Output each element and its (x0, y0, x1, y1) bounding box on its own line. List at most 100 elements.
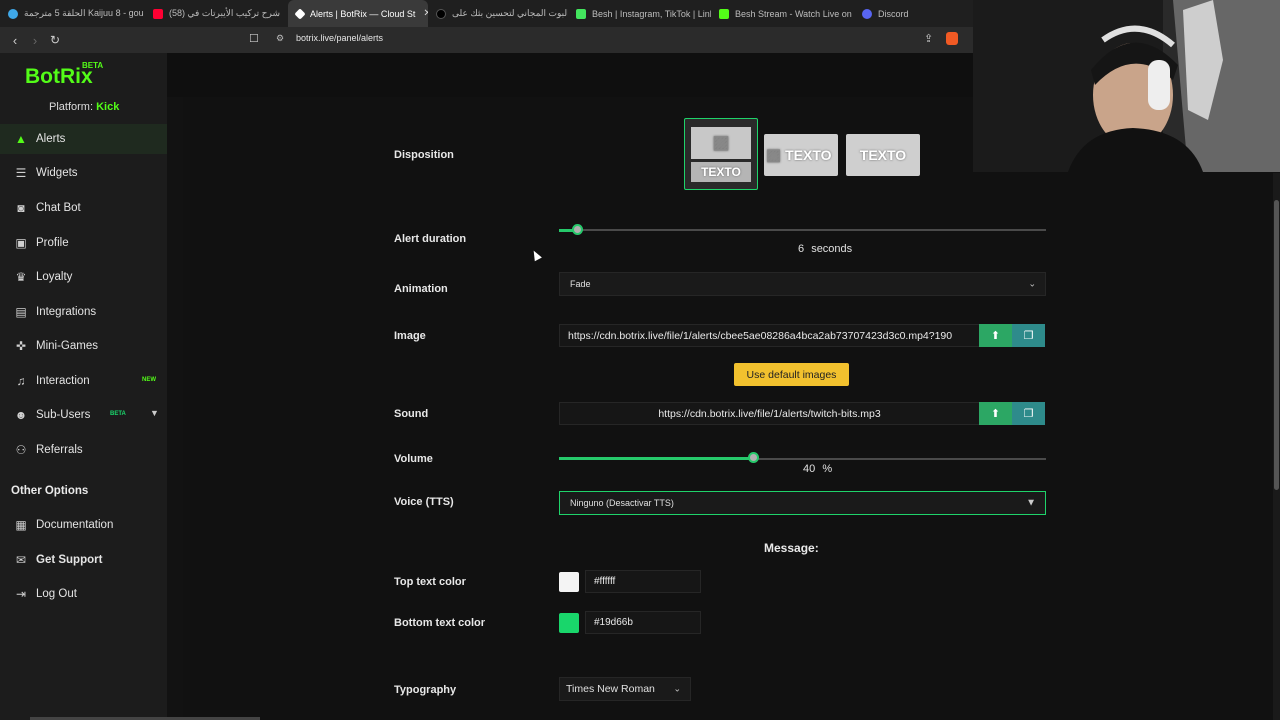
sidebar-item-label: Alerts (36, 133, 66, 145)
sidebar-item-sub-users[interactable]: ☻ Sub-Users BETA ▼ (0, 400, 167, 430)
disposition-option-text-over-image[interactable]: TEXTO (846, 134, 920, 176)
sidebar-item-referrals[interactable]: ⚇ Referrals (0, 435, 167, 465)
tab-favicon-icon (862, 8, 872, 19)
animation-value: Fade (570, 279, 591, 289)
sidebar: BotRix BETA Platform: Kick ▲ Alerts ☰ Wi… (0, 53, 167, 720)
volume-unit: % (822, 463, 833, 475)
browser-tab[interactable]: Discord (854, 0, 964, 27)
sidebar-item-label: Widgets (36, 167, 78, 179)
puzzle-icon: ▤ (15, 305, 27, 319)
browser-tab[interactable]: الحلقة 5 مترجمة Kaijuu 8 - gou انمي (0, 0, 145, 27)
page-scrollbar-thumb[interactable] (1274, 200, 1279, 490)
tab-favicon-icon (294, 7, 306, 20)
reload-icon[interactable]: ↻ (45, 33, 65, 47)
sound-url-field[interactable]: https://cdn.botrix.live/file/1/alerts/tw… (559, 402, 980, 425)
gallery-icon: ❐ (1023, 408, 1034, 420)
logo-beta-badge: BETA (82, 61, 104, 70)
chevron-down-icon: ⌄ (673, 683, 681, 694)
voice-tts-value: Ninguno (Desactivar TTS) (570, 498, 674, 508)
sidebar-item-log-out[interactable]: ⇥ Log Out (0, 579, 167, 609)
bookmark-icon[interactable]: ☐ (249, 32, 259, 45)
browser-tab[interactable]: البوت المجاني لتحسين بثك على (428, 0, 568, 27)
browser-tab[interactable]: Besh Stream - Watch Live on K (711, 0, 854, 27)
top-header-band (167, 53, 973, 97)
sidebar-item-widgets[interactable]: ☰ Widgets (0, 158, 167, 188)
tab-label: Besh | Instagram, TikTok | Linkt (592, 8, 711, 19)
alert-duration-slider-handle[interactable] (572, 224, 583, 235)
sidebar-item-profile[interactable]: ▣ Profile (0, 228, 167, 258)
url-field[interactable]: botrix.live/panel/alerts (296, 33, 383, 43)
disposition-option-image-left-text[interactable]: ▨ TEXTO (764, 134, 838, 176)
music-note-icon: ♫ (16, 374, 26, 388)
top-text-color-swatch[interactable] (559, 572, 579, 592)
share-icon[interactable]: ⇪ (924, 32, 933, 45)
tab-favicon-icon (153, 8, 163, 19)
site-settings-icon[interactable]: ⚙ (276, 33, 284, 44)
sidebar-item-chat-bot[interactable]: ◙ Chat Bot (0, 193, 167, 223)
use-default-images-button[interactable]: Use default images (734, 363, 849, 386)
tab-label: (58) شرح تركيب الأيبرتات في (169, 8, 280, 18)
alert-duration-track[interactable] (559, 229, 1046, 231)
message-heading: Message: (764, 541, 819, 555)
sidebar-item-integrations[interactable]: ▤ Integrations (0, 297, 167, 327)
support-icon: ✉ (15, 553, 27, 567)
sidebar-item-mini-games[interactable]: ✜ Mini-Games (0, 331, 167, 361)
voice-tts-label: Voice (TTS) (394, 496, 454, 508)
volume-fill (559, 457, 754, 460)
image-gallery-button[interactable]: ❐ (1012, 324, 1045, 347)
sidebar-item-interaction[interactable]: ♫ Interaction NEW (0, 366, 167, 396)
voice-tts-select[interactable]: Ninguno (Desactivar TTS) ▼ (559, 491, 1046, 515)
disposition-text: TEXTO (691, 161, 751, 182)
typography-select[interactable]: Times New Roman ⌄ (559, 677, 691, 701)
tab-label: الحلقة 5 مترجمة Kaijuu 8 - gou انمي (24, 8, 145, 18)
image-placeholder-icon: ▨ (766, 147, 782, 164)
platform-value: Kick (96, 101, 120, 113)
sidebar-item-label: Log Out (36, 588, 77, 600)
image-placeholder-icon: ▨ (691, 126, 751, 159)
sidebar-item-label: Profile (36, 237, 69, 249)
top-text-color-label: Top text color (394, 576, 466, 588)
image-label: Image (394, 330, 426, 342)
sound-gallery-button[interactable]: ❐ (1012, 402, 1045, 425)
alert-duration-label: Alert duration (394, 233, 467, 245)
top-text-color-field[interactable]: #ffffff (585, 570, 701, 593)
new-badge: NEW (142, 377, 156, 383)
tab-favicon-icon (719, 8, 729, 19)
forward-icon[interactable]: › (25, 33, 45, 48)
sidebar-item-label: Loyalty (36, 271, 73, 283)
sidebar-item-loyalty[interactable]: ♛ Loyalty (0, 262, 167, 292)
referral-icon: ⚇ (15, 443, 27, 457)
chevron-down-icon: ⌄ (1028, 278, 1036, 289)
sidebar-item-label: Integrations (36, 306, 97, 318)
back-icon[interactable]: ‹ (5, 33, 25, 48)
animation-select[interactable]: Fade ⌄ (559, 272, 1046, 296)
alert-duration-value: 6 (798, 243, 805, 255)
tab-label: البوت المجاني لتحسين بثك على (452, 8, 568, 18)
sidebar-item-documentation[interactable]: ▦ Documentation (0, 510, 167, 540)
volume-value: 40 (803, 463, 816, 475)
chevron-down-icon[interactable]: ▼ (150, 408, 159, 418)
upload-sound-button[interactable]: ⬆ (979, 402, 1012, 425)
image-url-field[interactable]: https://cdn.botrix.live/file/1/alerts/cb… (559, 324, 980, 347)
bottom-text-color-field[interactable]: #19d66b (585, 611, 701, 634)
bottom-text-color-swatch[interactable] (559, 613, 579, 633)
brave-shield-icon[interactable] (946, 32, 958, 45)
logout-icon: ⇥ (15, 587, 27, 601)
sound-label: Sound (394, 408, 429, 420)
sidebar-item-alerts[interactable]: ▲ Alerts (0, 124, 167, 154)
browser-tab[interactable]: Besh | Instagram, TikTok | Linkt (568, 0, 711, 27)
volume-label: Volume (394, 453, 433, 465)
disposition-option-image-above-text[interactable]: ▨ TEXTO (684, 118, 758, 190)
platform-label: Platform: (49, 101, 94, 113)
profile-card-icon: ▣ (15, 236, 27, 250)
volume-slider-handle[interactable] (748, 452, 759, 463)
alert-duration-readout: 6 seconds (798, 243, 852, 255)
gamepad-icon: ✜ (15, 339, 27, 353)
sidebar-item-get-support[interactable]: ✉ Get Support (0, 545, 167, 575)
upload-image-button[interactable]: ⬆ (979, 324, 1012, 347)
trophy-icon: ♛ (15, 270, 27, 284)
browser-tab-active[interactable]: Alerts | BotRix — Cloud St ✕ (288, 0, 428, 27)
sidebar-item-label: Documentation (36, 519, 114, 531)
browser-tab[interactable]: (58) شرح تركيب الأيبرتات في (145, 0, 288, 27)
upload-icon: ⬆ (990, 408, 1001, 420)
